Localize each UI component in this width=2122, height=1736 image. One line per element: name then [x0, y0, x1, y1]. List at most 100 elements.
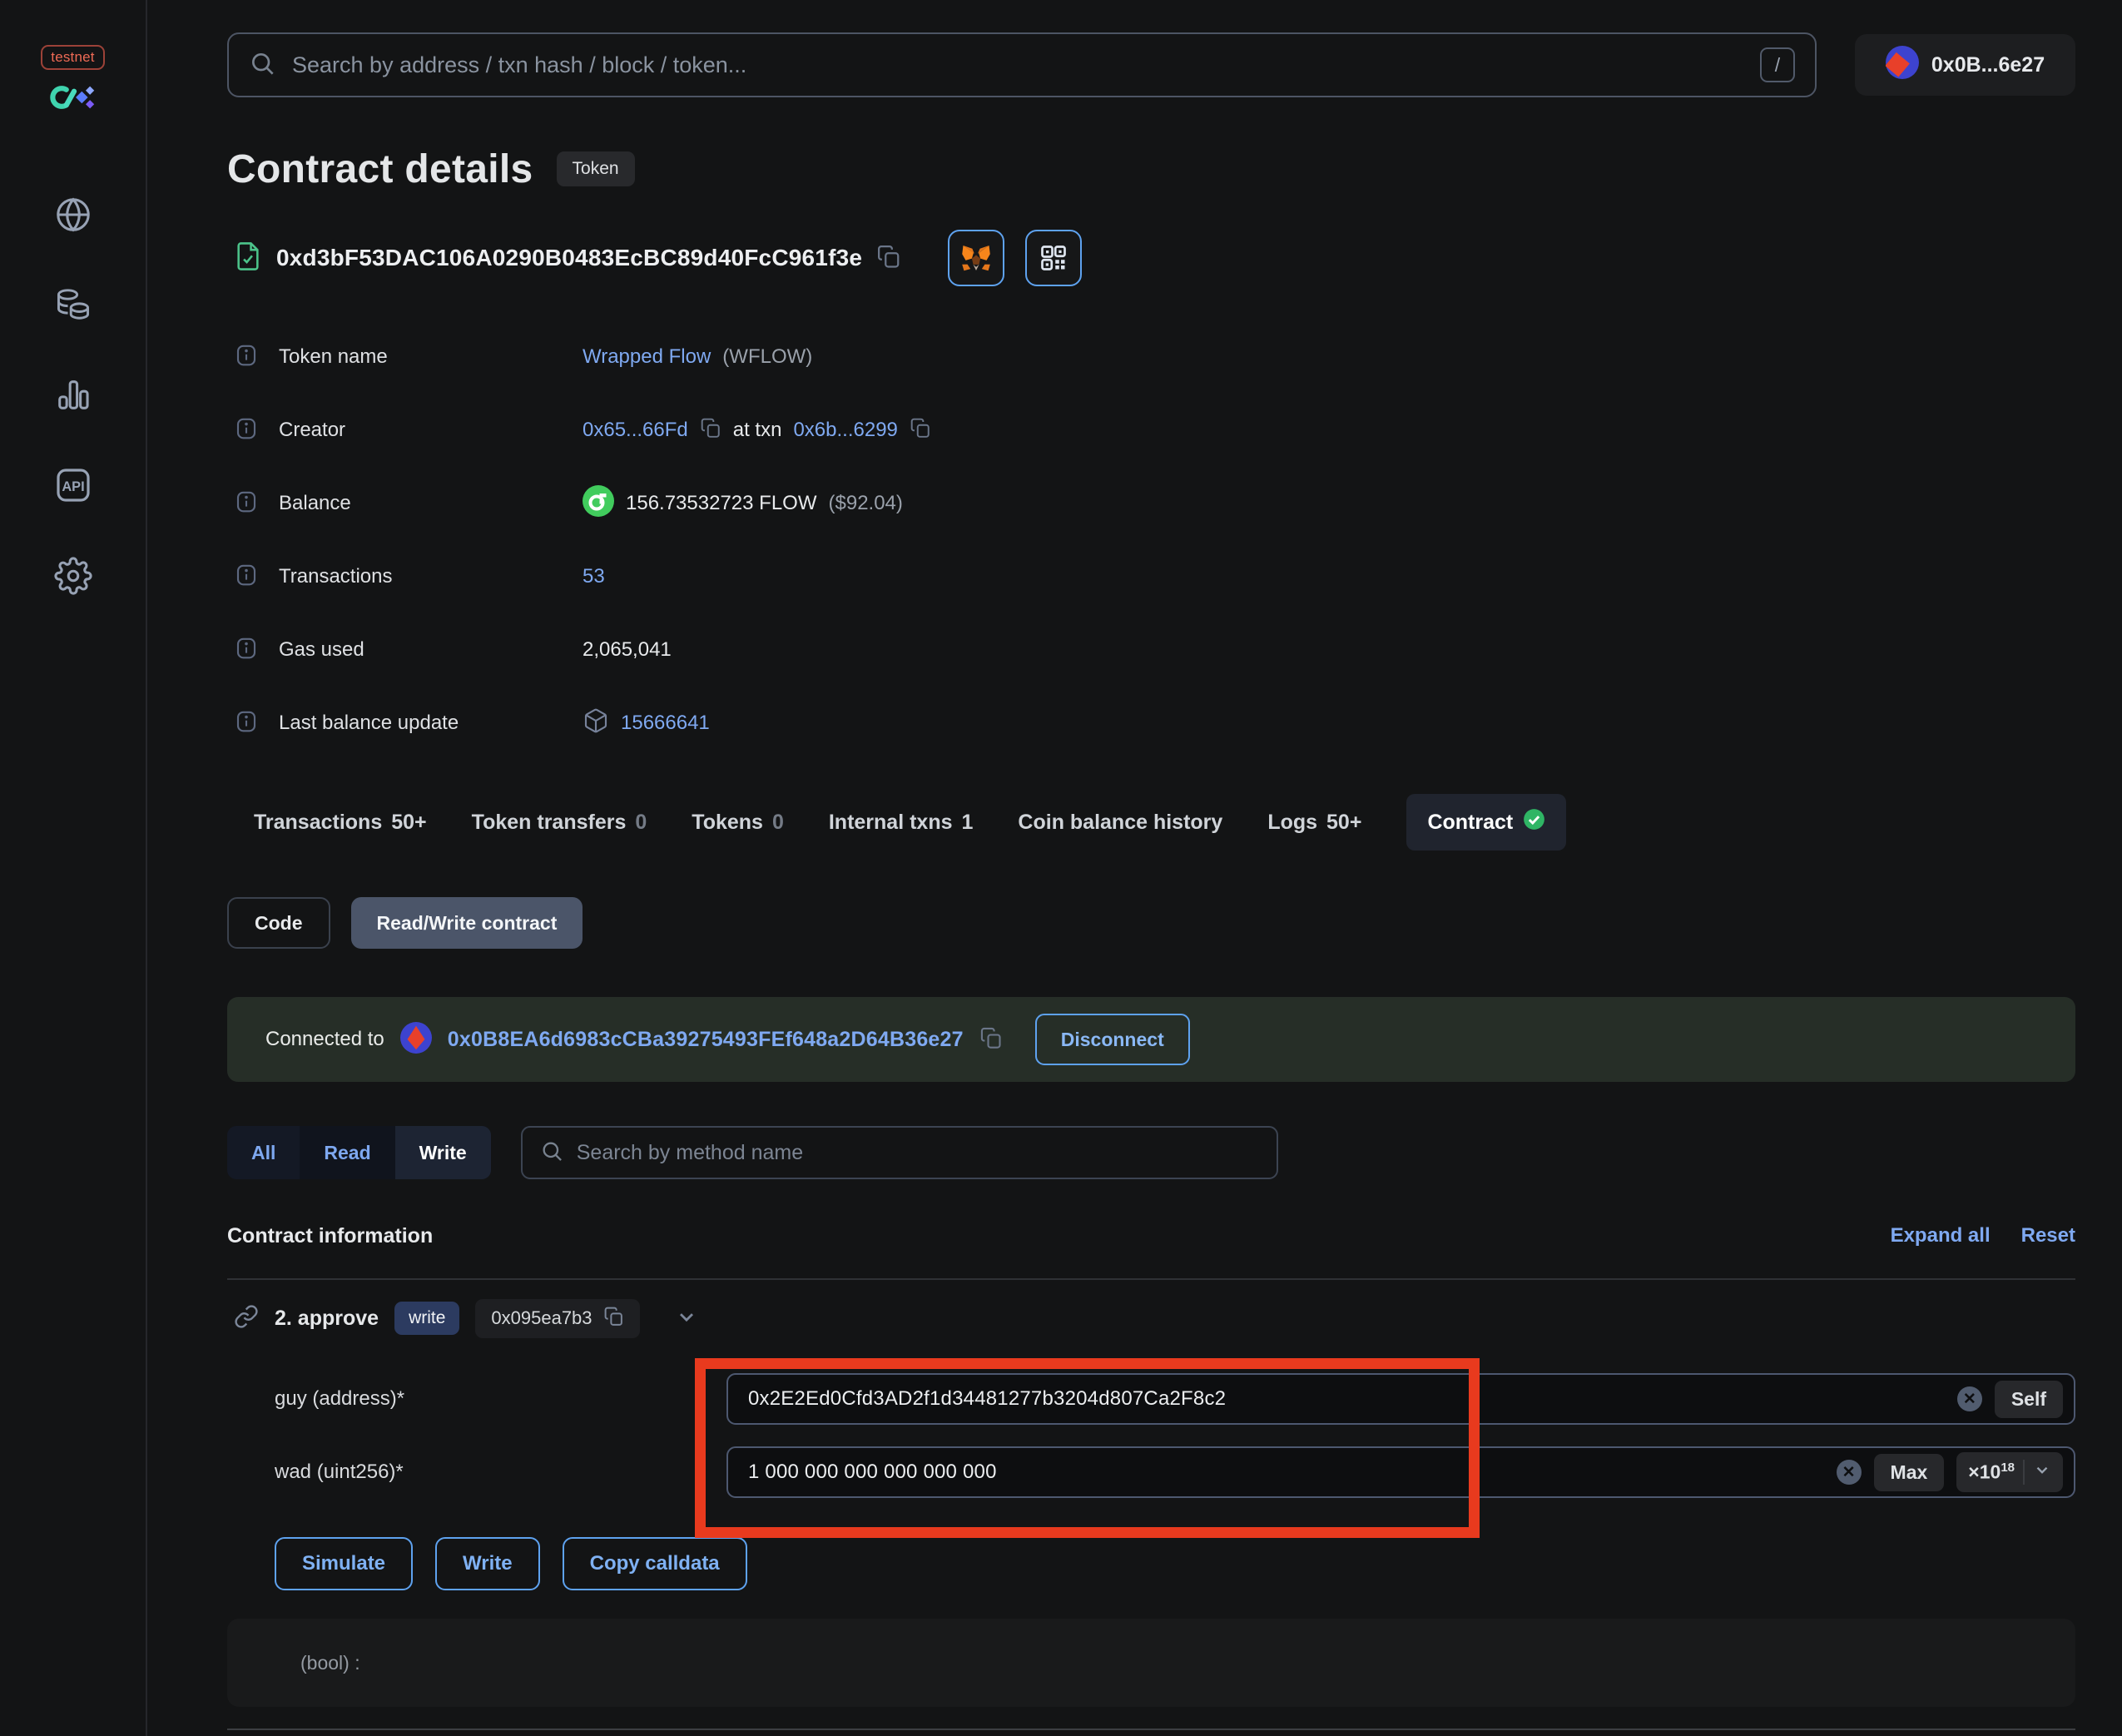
account-address-label: 0x0B...6e27 — [1931, 52, 2045, 77]
connected-banner: Connected to 0x0B8EA6d6983cCBa39275493FE… — [227, 997, 2075, 1082]
connected-address-link[interactable]: 0x0B8EA6d6983cCBa39275493FEf648a2D64B36e… — [448, 1028, 964, 1052]
transactions-count-link[interactable]: 53 — [583, 565, 605, 588]
disconnect-button[interactable]: Disconnect — [1034, 1014, 1190, 1065]
tab-contract[interactable]: Contract — [1406, 794, 1567, 851]
last-balance-block-link[interactable]: 15666641 — [621, 712, 710, 735]
balance-value: 156.73532723 FLOW — [626, 492, 817, 514]
tab-coin-balance-history[interactable]: Coin balance history — [1018, 811, 1222, 835]
token-symbol: (WFLOW) — [722, 345, 813, 368]
stats-icon[interactable] — [54, 375, 92, 414]
method-search-input[interactable] — [576, 1140, 1259, 1165]
add-to-metamask-button[interactable] — [948, 230, 1005, 286]
write-button[interactable]: Write — [435, 1537, 540, 1590]
account-button[interactable]: 0x0B...6e27 — [1855, 34, 2075, 96]
info-icon — [234, 636, 279, 665]
link-icon[interactable] — [234, 1304, 259, 1333]
simulate-button[interactable]: Simulate — [275, 1537, 414, 1590]
method-type-badge: write — [394, 1302, 460, 1335]
copy-calldata-button[interactable]: Copy calldata — [562, 1537, 747, 1590]
reset-link[interactable]: Reset — [2021, 1224, 2075, 1247]
chip-separator — [2023, 1460, 2025, 1485]
block-cube-icon — [583, 707, 609, 740]
tab-code[interactable]: Code — [227, 897, 330, 949]
sidebar: testnet API — [0, 0, 147, 1736]
creator-address-link[interactable]: 0x65...66Fd — [583, 419, 688, 442]
section-divider — [227, 1278, 2075, 1280]
copy-connected-address-icon[interactable] — [979, 1026, 1003, 1054]
wad-uint256-input[interactable] — [748, 1461, 1532, 1484]
chevron-down-icon[interactable] — [675, 1305, 698, 1332]
info-label: Token name — [279, 345, 388, 368]
info-row-gas-used: Gas used 2,065,041 — [227, 630, 2075, 670]
method-name: 2. approve — [275, 1306, 379, 1330]
filter-all[interactable]: All — [227, 1126, 300, 1179]
method-approve-header[interactable]: 2. approve write 0x095ea7b3 — [227, 1295, 2075, 1342]
connected-avatar — [399, 1021, 432, 1058]
verified-check-icon — [1523, 808, 1545, 836]
copy-txn-icon[interactable] — [910, 417, 931, 444]
globe-icon[interactable] — [54, 196, 92, 234]
contract-type-badge: Token — [556, 151, 635, 186]
info-icon — [234, 563, 279, 592]
method-selector-chip: 0x095ea7b3 — [475, 1298, 640, 1338]
connected-label: Connected to — [265, 1028, 384, 1050]
global-search[interactable]: / — [227, 32, 1817, 97]
method-filter-row: All Read Write — [227, 1125, 2075, 1180]
tab-logs[interactable]: Logs 50+ — [1267, 811, 1361, 835]
method-search-box[interactable] — [520, 1126, 1278, 1179]
section-title: Contract information — [227, 1223, 434, 1247]
copy-address-icon[interactable] — [876, 244, 901, 273]
svg-text:API: API — [62, 479, 84, 494]
copy-selector-icon[interactable] — [603, 1306, 624, 1332]
page-header: Contract details Token — [227, 135, 2075, 203]
topbar: / 0x0B...6e27 — [227, 32, 2075, 97]
wad-uint256-input-wrap: ✕ Max ×1018 — [726, 1446, 2075, 1498]
contract-details-page: testnet API Search by address / txn hash… — [0, 0, 2122, 1736]
tokens-icon[interactable] — [53, 285, 93, 324]
creation-txn-link[interactable]: 0x6b...6299 — [793, 419, 897, 442]
tab-internal-txns[interactable]: Internal txns 1 — [829, 811, 974, 835]
info-icon — [234, 416, 279, 445]
info-label: Transactions — [279, 565, 393, 588]
filter-read[interactable]: Read — [300, 1126, 395, 1179]
self-button[interactable]: Self — [1994, 1380, 2063, 1418]
tab-transactions[interactable]: Transactions 50+ — [254, 811, 427, 835]
copy-creator-icon[interactable] — [700, 417, 721, 444]
info-icon — [234, 489, 279, 518]
field-label-guy: guy (address)* — [275, 1387, 405, 1410]
multiplier-dropdown[interactable]: ×1018 — [1956, 1452, 2063, 1492]
max-button[interactable]: Max — [1873, 1453, 1945, 1491]
info-row-balance: Balance 156.73532723 FLOW ($92.04) — [227, 484, 2075, 523]
contract-info-list: Token name Wrapped Flow (WFLOW) Creator … — [227, 337, 2075, 776]
tab-tokens[interactable]: Tokens 0 — [692, 811, 784, 835]
clear-guy-icon[interactable]: ✕ — [1956, 1386, 1982, 1411]
tab-token-transfers[interactable]: Token transfers 0 — [472, 811, 647, 835]
main-content: / 0x0B...6e27 Contract details Token — [147, 0, 2122, 1736]
chevron-down-icon[interactable] — [2033, 1461, 2051, 1484]
qr-code-button[interactable] — [1025, 230, 1083, 286]
tab-read-write-contract[interactable]: Read/Write contract — [350, 897, 583, 949]
settings-icon[interactable] — [53, 557, 92, 595]
app-logo[interactable] — [46, 83, 101, 116]
account-avatar — [1885, 45, 1919, 85]
search-input[interactable] — [292, 52, 1743, 78]
contract-subtabs: Code Read/Write contract — [227, 897, 2075, 949]
search-shortcut-badge: / — [1760, 47, 1795, 82]
guy-address-input[interactable] — [748, 1387, 1532, 1411]
clear-wad-icon[interactable]: ✕ — [1836, 1460, 1862, 1485]
address-row: 0xd3bF53DAC106A0290B0483EcBC89d40FcC961f… — [227, 230, 2075, 286]
field-row-wad: wad (uint256)* ✕ Max ×1018 — [227, 1446, 2075, 1498]
output-bool-label: (bool) : — [300, 1651, 360, 1674]
info-label: Gas used — [279, 638, 364, 661]
filter-write[interactable]: Write — [394, 1126, 491, 1179]
contract-address: 0xd3bF53DAC106A0290B0483EcBC89d40FcC961f… — [276, 245, 863, 270]
flow-token-icon — [583, 484, 614, 523]
expand-all-link[interactable]: Expand all — [1891, 1224, 1991, 1247]
info-row-transactions: Transactions 53 — [227, 557, 2075, 597]
search-icon — [540, 1139, 563, 1167]
token-name-link[interactable]: Wrapped Flow — [583, 345, 711, 369]
api-icon[interactable]: API — [53, 465, 93, 505]
method-action-buttons: Simulate Write Copy calldata — [227, 1537, 2075, 1590]
info-row-token-name: Token name Wrapped Flow (WFLOW) — [227, 337, 2075, 377]
method-output-panel: (bool) : — [227, 1619, 2075, 1707]
